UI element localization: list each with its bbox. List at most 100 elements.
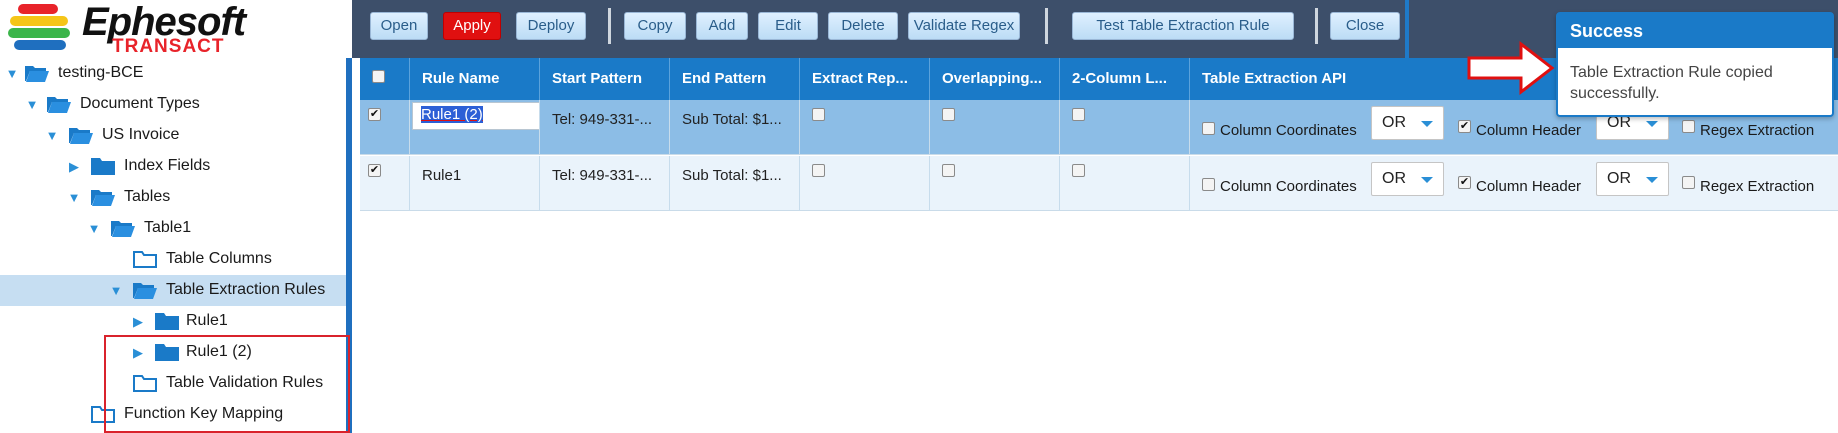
tree-item-label: Index Fields bbox=[124, 157, 211, 174]
folder-outline-icon bbox=[91, 406, 115, 423]
chevron-right-icon[interactable]: ▶ bbox=[66, 159, 82, 175]
overlapping-checkbox[interactable] bbox=[942, 108, 955, 121]
chevron-down-icon[interactable]: ▼ bbox=[24, 97, 40, 113]
start-pattern-cell[interactable]: Tel: 949-331-... bbox=[540, 100, 670, 155]
caret-down-icon bbox=[1646, 177, 1658, 183]
tree-item-document-types[interactable]: ▼ Document Types bbox=[0, 89, 346, 120]
tree-item-label: Function Key Mapping bbox=[124, 405, 284, 422]
regex-extraction-checkbox[interactable] bbox=[1682, 120, 1695, 133]
extract-rep-cell bbox=[800, 100, 930, 155]
column-header-label: Column Header bbox=[1476, 122, 1582, 139]
extract-rep-cell bbox=[800, 156, 930, 211]
toolbar-separator bbox=[608, 8, 611, 44]
header-end-pattern[interactable]: End Pattern bbox=[670, 58, 800, 100]
chevron-down-icon[interactable]: ▼ bbox=[108, 283, 124, 299]
delete-button[interactable]: Delete bbox=[828, 12, 898, 40]
two-column-checkbox[interactable] bbox=[1072, 108, 1085, 121]
tree-item-label: Table Validation Rules bbox=[166, 374, 324, 391]
column-coordinates-checkbox[interactable] bbox=[1202, 178, 1215, 191]
toast-message: Table Extraction Rule copied successfull… bbox=[1570, 64, 1773, 102]
regex-extraction-checkbox[interactable] bbox=[1682, 176, 1695, 189]
chevron-down-icon[interactable]: ▼ bbox=[66, 190, 82, 206]
header-start-pattern[interactable]: Start Pattern bbox=[540, 58, 670, 100]
logo-mark bbox=[8, 4, 78, 54]
chevron-down-icon[interactable]: ▼ bbox=[44, 128, 60, 144]
end-pattern-cell[interactable]: Sub Total: $1... bbox=[670, 100, 800, 155]
row-checkbox[interactable] bbox=[368, 164, 381, 177]
extract-rep-checkbox[interactable] bbox=[812, 164, 825, 177]
tree-item-label: Rule1 bbox=[186, 312, 228, 329]
header-rule-name[interactable]: Rule Name bbox=[410, 58, 540, 100]
table-row[interactable]: Rule1 Tel: 949-331-... Sub Total: $1... … bbox=[360, 156, 1838, 211]
tree-item-label: Table Extraction Rules bbox=[166, 281, 326, 298]
column-header-label: Column Header bbox=[1476, 178, 1582, 195]
column-header-checkbox[interactable] bbox=[1458, 176, 1471, 189]
toolbar-divider bbox=[1405, 0, 1409, 58]
chevron-down-icon[interactable]: ▼ bbox=[4, 66, 20, 82]
copy-button[interactable]: Copy bbox=[624, 12, 686, 40]
toolbar-separator bbox=[1045, 8, 1048, 44]
header-2-column[interactable]: 2-Column L... bbox=[1060, 58, 1190, 100]
tree-item-table1[interactable]: ▼ Table1 bbox=[0, 213, 346, 244]
folder-icon bbox=[91, 158, 115, 175]
regex-extraction-label: Regex Extraction bbox=[1700, 178, 1815, 195]
select-all-checkbox[interactable] bbox=[372, 70, 385, 83]
apply-button[interactable]: Apply bbox=[443, 12, 501, 40]
tree-item-rule1-2[interactable]: ▶ Rule1 (2) bbox=[0, 337, 346, 368]
folder-open-icon bbox=[133, 283, 157, 299]
toolbar-separator bbox=[1315, 8, 1318, 44]
close-button[interactable]: Close bbox=[1330, 12, 1400, 40]
column-coordinates-label: Column Coordinates bbox=[1220, 122, 1357, 139]
rule-name-cell[interactable]: Rule1 (2) bbox=[410, 100, 540, 155]
folder-icon bbox=[155, 344, 179, 361]
tree-item-function-key-mapping[interactable]: Function Key Mapping bbox=[0, 399, 346, 430]
row-checkbox[interactable] bbox=[368, 108, 381, 121]
tree-item-label: Table1 bbox=[144, 219, 192, 236]
overlapping-cell bbox=[930, 156, 1060, 211]
add-button[interactable]: Add bbox=[696, 12, 748, 40]
chevron-down-icon[interactable]: ▼ bbox=[86, 221, 102, 237]
folder-open-icon bbox=[111, 221, 135, 237]
row-select-cell bbox=[360, 156, 410, 211]
overlapping-checkbox[interactable] bbox=[942, 164, 955, 177]
tree-item-table-columns[interactable]: Table Columns bbox=[0, 244, 346, 275]
two-column-checkbox[interactable] bbox=[1072, 164, 1085, 177]
tree-item-index-fields[interactable]: ▶ Index Fields bbox=[0, 151, 346, 182]
success-toast: Success Table Extraction Rule copied suc… bbox=[1556, 12, 1834, 117]
tree-item-tables[interactable]: ▼ Tables bbox=[0, 182, 346, 213]
caret-down-icon bbox=[1646, 121, 1658, 127]
tree-item-label: testing-BCE bbox=[58, 64, 144, 81]
folder-open-icon bbox=[91, 190, 115, 206]
caret-down-icon bbox=[1421, 177, 1433, 183]
end-pattern-cell[interactable]: Sub Total: $1... bbox=[670, 156, 800, 211]
regex-extraction-label: Regex Extraction bbox=[1700, 122, 1815, 139]
header-overlapping[interactable]: Overlapping... bbox=[930, 58, 1060, 100]
deploy-button[interactable]: Deploy bbox=[516, 12, 586, 40]
tree-item-label: Document Types bbox=[80, 95, 200, 112]
edit-button[interactable]: Edit bbox=[758, 12, 818, 40]
tree-item-us-invoice[interactable]: ▼ US Invoice bbox=[0, 120, 346, 151]
header-extract-rep[interactable]: Extract Rep... bbox=[800, 58, 930, 100]
chevron-right-icon[interactable]: ▶ bbox=[130, 345, 146, 361]
two-column-cell bbox=[1060, 156, 1190, 211]
tree-item-table-validation-rules[interactable]: Table Validation Rules bbox=[0, 368, 346, 399]
tree-item-rule1[interactable]: ▶ Rule1 bbox=[0, 306, 346, 337]
tree-item-table-extraction-rules[interactable]: ▼ Table Extraction Rules bbox=[0, 275, 346, 306]
operator-select-2[interactable]: OR bbox=[1596, 162, 1669, 196]
chevron-right-icon[interactable]: ▶ bbox=[130, 314, 146, 330]
ephesoft-logo: Ephesoft TRANSACT bbox=[0, 0, 352, 58]
operator-select-1[interactable]: OR bbox=[1371, 106, 1444, 140]
extract-rep-checkbox[interactable] bbox=[812, 108, 825, 121]
column-coordinates-checkbox[interactable] bbox=[1202, 122, 1215, 135]
test-table-extraction-rule-button[interactable]: Test Table Extraction Rule bbox=[1072, 12, 1294, 40]
start-pattern-cell[interactable]: Tel: 949-331-... bbox=[540, 156, 670, 211]
header-select-all[interactable] bbox=[360, 58, 410, 100]
rule-name-input[interactable]: Rule1 (2) bbox=[412, 102, 539, 130]
validate-regex-button[interactable]: Validate Regex bbox=[908, 12, 1020, 40]
rule-name-cell[interactable]: Rule1 bbox=[410, 156, 540, 211]
open-button[interactable]: Open bbox=[370, 12, 428, 40]
column-header-checkbox[interactable] bbox=[1458, 120, 1471, 133]
operator-select-1[interactable]: OR bbox=[1371, 162, 1444, 196]
tree-item-label: US Invoice bbox=[102, 126, 180, 143]
tree-item-testing-bce[interactable]: ▼ testing-BCE bbox=[0, 58, 346, 89]
